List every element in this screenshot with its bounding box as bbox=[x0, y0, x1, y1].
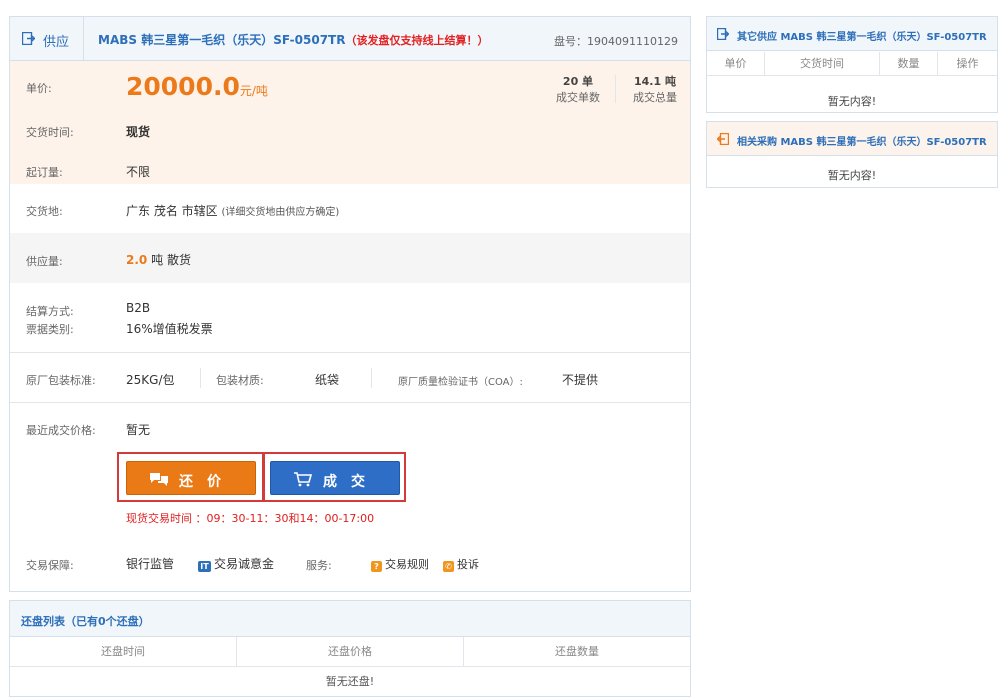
chat-bubble-icon bbox=[150, 473, 168, 486]
pack-std-label: 原厂包装标准: bbox=[26, 374, 96, 387]
pack-material-label: 包装材质: bbox=[216, 374, 264, 387]
counter-offer-list: 还盘列表（已有0个还盘） 还盘时间 还盘价格 还盘数量 暂无还盘! bbox=[9, 600, 691, 697]
coa-label: 原厂质量检验证书（COA）: bbox=[398, 377, 523, 388]
guarantee-label: 交易保障: bbox=[26, 559, 74, 572]
trade-rules-link[interactable]: ? 交易规则 bbox=[371, 556, 429, 572]
settlement-label: 结算方式: bbox=[26, 305, 74, 318]
orders-stat: 20 单 成交单数 bbox=[556, 75, 600, 104]
enter-arrow-icon bbox=[717, 133, 729, 145]
offer-header: 供应 MABS 韩三星第一毛织（乐天）SF-0507TR（该发盘仅支持线上结算！… bbox=[10, 17, 690, 61]
shopping-cart-icon bbox=[294, 472, 313, 487]
deposit-link[interactable]: IT 交易诚意金 bbox=[198, 555, 274, 572]
column-header: 还盘时间 bbox=[10, 637, 237, 667]
related-purchase-panel: 相关采购 MABS 韩三星第一毛织（乐天）SF-0507TR 暂无内容! bbox=[706, 121, 998, 188]
tab-supply[interactable]: 供应 bbox=[10, 17, 84, 61]
recent-price-value: 暂无 bbox=[126, 423, 151, 437]
min-order-value: 不限 bbox=[126, 165, 151, 179]
min-order-label: 起订量: bbox=[26, 166, 63, 179]
question-icon: ? bbox=[371, 561, 382, 572]
other-supply-header[interactable]: 其它供应 MABS 韩三星第一毛织（乐天）SF-0507TR bbox=[707, 17, 997, 51]
column-header: 还盘价格 bbox=[237, 637, 464, 667]
recent-price-label: 最近成交价格: bbox=[26, 424, 96, 437]
delivery-label: 交货地: bbox=[26, 205, 63, 218]
column-header: 交货时间 bbox=[765, 52, 880, 76]
column-header: 还盘数量 bbox=[464, 637, 690, 667]
exit-arrow-icon bbox=[22, 32, 35, 45]
deposit-icon: IT bbox=[198, 561, 211, 572]
empty-message: 暂无内容! bbox=[827, 169, 877, 182]
deal-button[interactable]: 成交 bbox=[270, 461, 400, 495]
related-purchase-header[interactable]: 相关采购 MABS 韩三星第一毛织（乐天）SF-0507TR bbox=[707, 122, 997, 156]
other-supply-title: 其它供应 MABS 韩三星第一毛织（乐天）SF-0507TR bbox=[737, 32, 987, 43]
service-label: 服务: bbox=[306, 559, 332, 572]
related-purchase-title: 相关采购 MABS 韩三星第一毛织（乐天）SF-0507TR bbox=[737, 137, 987, 148]
settlement-value: B2B bbox=[126, 301, 151, 315]
empty-message: 暂无内容! bbox=[827, 95, 877, 108]
trade-time-label: 交货时间: bbox=[26, 126, 74, 139]
price-label: 单价: bbox=[26, 82, 52, 95]
delivery-value: 广东 茂名 市辖区 (详细交货地由供应方确定) bbox=[126, 204, 340, 218]
complaint-link[interactable]: ✆ 投诉 bbox=[443, 556, 479, 572]
supply-value: 2.0 吨 散货 bbox=[126, 253, 191, 267]
product-title: MABS 韩三星第一毛织（乐天）SF-0507TR（该发盘仅支持线上结算！） bbox=[98, 33, 489, 47]
column-header: 操作 bbox=[938, 52, 997, 76]
counter-offer-list-title: 还盘列表（已有0个还盘） bbox=[21, 615, 150, 628]
column-header: 数量 bbox=[880, 52, 938, 76]
offer-panel: 供应 MABS 韩三星第一毛织（乐天）SF-0507TR（该发盘仅支持线上结算！… bbox=[9, 16, 691, 592]
supply-row bbox=[10, 233, 690, 283]
counter-offer-button[interactable]: 还价 bbox=[126, 461, 256, 495]
offer-number: 盘号：1904091110129 bbox=[554, 35, 678, 48]
coa-value: 不提供 bbox=[562, 373, 599, 387]
invoice-label: 票据类别: bbox=[26, 323, 74, 336]
empty-message: 暂无还盘! bbox=[325, 675, 375, 688]
supply-label: 供应量: bbox=[26, 255, 63, 268]
volume-stat: 14.1 吨 成交总量 bbox=[633, 75, 677, 104]
unit-price: 20000.0元/吨 bbox=[126, 72, 268, 101]
phone-icon: ✆ bbox=[443, 561, 454, 572]
pack-material-value: 纸袋 bbox=[315, 373, 340, 387]
online-settlement-notice: （该发盘仅支持线上结算！） bbox=[345, 34, 489, 47]
other-supply-panel: 其它供应 MABS 韩三星第一毛织（乐天）SF-0507TR 单价 交货时间 数… bbox=[706, 16, 998, 113]
exit-arrow-icon bbox=[717, 28, 729, 40]
tab-supply-label: 供应 bbox=[43, 35, 70, 50]
pack-std-value: 25KG/包 bbox=[126, 373, 175, 387]
counter-offer-list-header: 还盘列表（已有0个还盘） bbox=[10, 601, 690, 637]
trade-time-value: 现货 bbox=[126, 125, 151, 139]
trading-hours: 现货交易时间 ：09：30-11：30和14：00-17:00 bbox=[126, 512, 375, 525]
column-header: 单价 bbox=[707, 52, 765, 76]
bank-supervision: 银行监管 bbox=[126, 557, 175, 571]
invoice-value: 16%增值税发票 bbox=[126, 322, 213, 336]
